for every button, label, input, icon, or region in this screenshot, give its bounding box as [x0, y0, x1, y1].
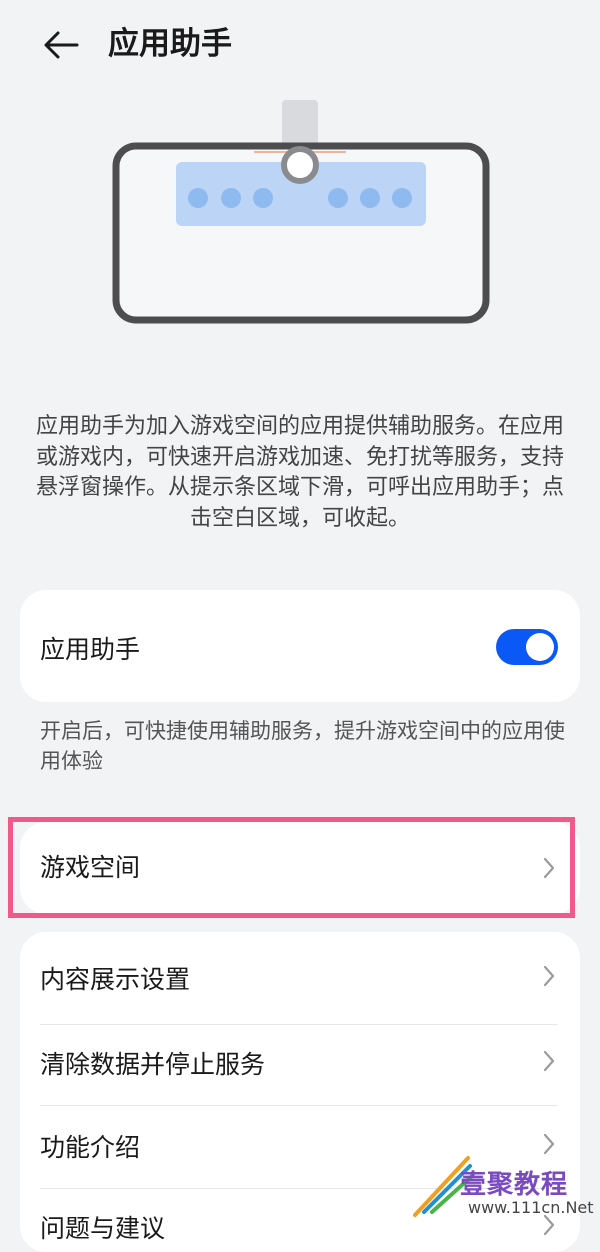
panel-dot	[221, 188, 241, 208]
toggle-label: 应用助手	[40, 635, 141, 664]
arrow-left-icon	[44, 31, 79, 59]
toggle-note: 开启后，可快捷使用辅助服务，提升游戏空间中的应用使用体验	[40, 719, 565, 773]
toggle-card: 应用助手	[20, 590, 580, 702]
chevron-right-icon	[543, 965, 555, 987]
watermark: 壹聚教程 www.111cn.Net	[410, 1150, 600, 1226]
menu-item-label: 问题与建议	[40, 1214, 166, 1243]
menu-item-content-display[interactable]: 内容展示设置	[20, 932, 580, 1022]
app-bar: 应用助手	[0, 0, 600, 90]
back-button[interactable]	[36, 22, 86, 68]
feature-description: 应用助手为加入游戏空间的应用提供辅助服务。在应用或游戏内，可快速开启游戏加速、免…	[35, 414, 564, 531]
menu-item-label: 内容展示设置	[40, 965, 191, 994]
chevron-right-icon	[543, 857, 555, 879]
phone-illustration	[112, 100, 490, 324]
game-space-label: 游戏空间	[40, 853, 141, 882]
watermark-url: www.111cn.Net	[468, 1198, 594, 1217]
watermark-brand: 壹聚教程	[460, 1170, 569, 1200]
panel-dot	[392, 188, 412, 208]
menu-item-label: 功能介绍	[40, 1133, 141, 1162]
menu-item-label: 清除数据并停止服务	[40, 1050, 266, 1079]
panel-dot	[328, 188, 348, 208]
assistant-toggle[interactable]	[496, 629, 558, 665]
game-space-card[interactable]: 游戏空间	[20, 822, 580, 914]
menu-item-clear-data[interactable]: 清除数据并停止服务	[20, 1025, 580, 1105]
panel-dot	[360, 188, 380, 208]
panel-dot	[253, 188, 273, 208]
page-title: 应用助手	[108, 26, 232, 62]
panel-dot	[188, 188, 208, 208]
toggle-knob	[526, 633, 554, 661]
drag-handle-circle	[281, 146, 319, 184]
chevron-right-icon	[543, 1050, 555, 1072]
